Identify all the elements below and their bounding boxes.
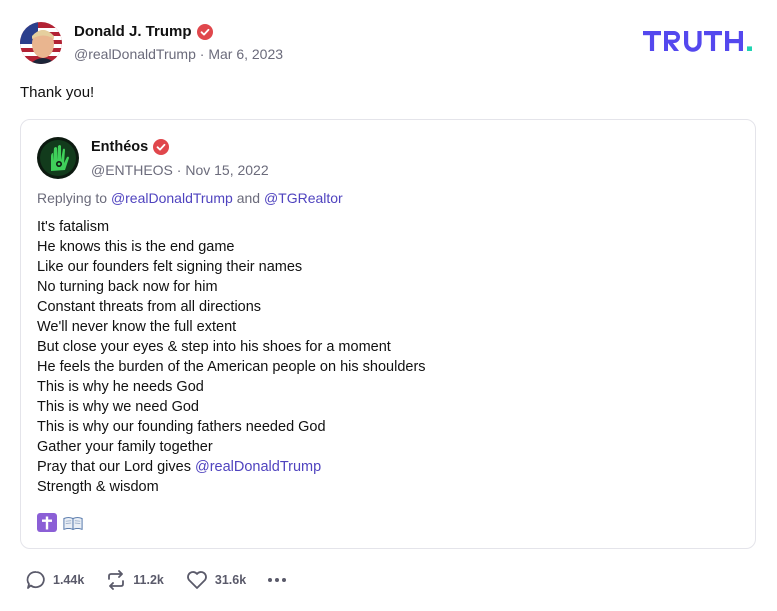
reply-count: 1.44k xyxy=(53,573,85,587)
heart-icon xyxy=(186,571,207,589)
text-line: Gather your family together xyxy=(37,439,213,455)
like-count: 31.6k xyxy=(214,573,247,587)
quoted-post-date[interactable]: Nov 15, 2022 xyxy=(185,162,268,178)
replying-to: Replying to @realDonaldTrump and @TGReal… xyxy=(37,190,343,206)
text-line: No turning back now for him xyxy=(37,279,218,295)
author-avatar[interactable] xyxy=(20,22,62,64)
like-button[interactable]: 31.6k xyxy=(186,570,246,590)
reply-icon xyxy=(26,571,45,589)
verified-badge-icon xyxy=(196,23,213,40)
retruth-icon xyxy=(108,570,125,590)
open-book-icon xyxy=(63,513,83,532)
quoted-author-name[interactable]: Enthéos xyxy=(91,139,170,155)
truth-logo-wordmark xyxy=(643,31,752,52)
mention-link[interactable]: @realDonaldTrump xyxy=(111,190,233,206)
quoted-post-card[interactable]: Enthéos @ENTHEOS · Nov 15, 2022 Replying… xyxy=(20,119,756,549)
truth-post: Donald J. Trump @realDonaldTrump · Mar 6… xyxy=(0,0,777,611)
text-line: He knows this is the end game xyxy=(37,239,235,255)
text-line: Constant threats from all directions xyxy=(37,299,262,315)
retruth-count: 11.2k xyxy=(133,573,164,587)
quoted-author-name-text[interactable]: Enthéos xyxy=(91,139,148,155)
text-line: It's fatalism xyxy=(37,219,110,235)
more-options-icon[interactable] xyxy=(268,574,287,586)
replying-to-and: and xyxy=(236,190,261,206)
latin-cross-icon xyxy=(37,513,57,532)
reply-button[interactable]: 1.44k xyxy=(26,570,84,590)
author-handle[interactable]: @realDonaldTrump xyxy=(74,46,196,62)
text-line: Strength & wisdom xyxy=(37,479,159,495)
text-line: Like our founders felt signing their nam… xyxy=(37,259,303,275)
quoted-author-handle[interactable]: @ENTHEOS xyxy=(91,162,173,178)
post-text: Thank you! xyxy=(20,84,95,101)
mention-link[interactable]: @TGRealtor xyxy=(264,190,343,206)
replying-to-label: Replying to xyxy=(37,190,108,206)
post-date[interactable]: Mar 6, 2023 xyxy=(208,46,283,62)
retruth-button[interactable]: 11.2k xyxy=(106,570,164,590)
meta-separator: · xyxy=(199,46,205,62)
action-bar: 1.44k 11.2k 31.6k xyxy=(26,570,287,590)
verified-badge-icon xyxy=(153,139,170,155)
quoted-author-avatar[interactable] xyxy=(37,137,79,179)
text-line: He feels the burden of the American peop… xyxy=(37,359,426,375)
mention-link[interactable]: @realDonaldTrump xyxy=(195,459,321,475)
emoji-row xyxy=(37,513,83,532)
text-line: This is why we need God xyxy=(37,399,199,415)
author-meta: @realDonaldTrump · Mar 6, 2023 xyxy=(74,46,283,62)
quoted-post-text: It's fatalism He knows this is the end g… xyxy=(37,217,426,497)
text-line: This is why he needs God xyxy=(37,379,204,395)
quoted-author-meta: @ENTHEOS · Nov 15, 2022 xyxy=(91,162,269,178)
pray-text: Pray that our Lord gives xyxy=(37,459,191,475)
text-line: This is why our founding fathers needed … xyxy=(37,419,326,435)
text-line: But close your eyes & step into his shoe… xyxy=(37,339,391,355)
author-name[interactable]: Donald J. Trump xyxy=(74,23,213,40)
text-line: We'll never know the full extent xyxy=(37,319,237,335)
author-name-text[interactable]: Donald J. Trump xyxy=(74,23,192,40)
truth-logo[interactable] xyxy=(643,28,757,59)
text-line: Pray that our Lord gives @realDonaldTrum… xyxy=(37,457,426,477)
meta-separator: · xyxy=(176,162,182,178)
